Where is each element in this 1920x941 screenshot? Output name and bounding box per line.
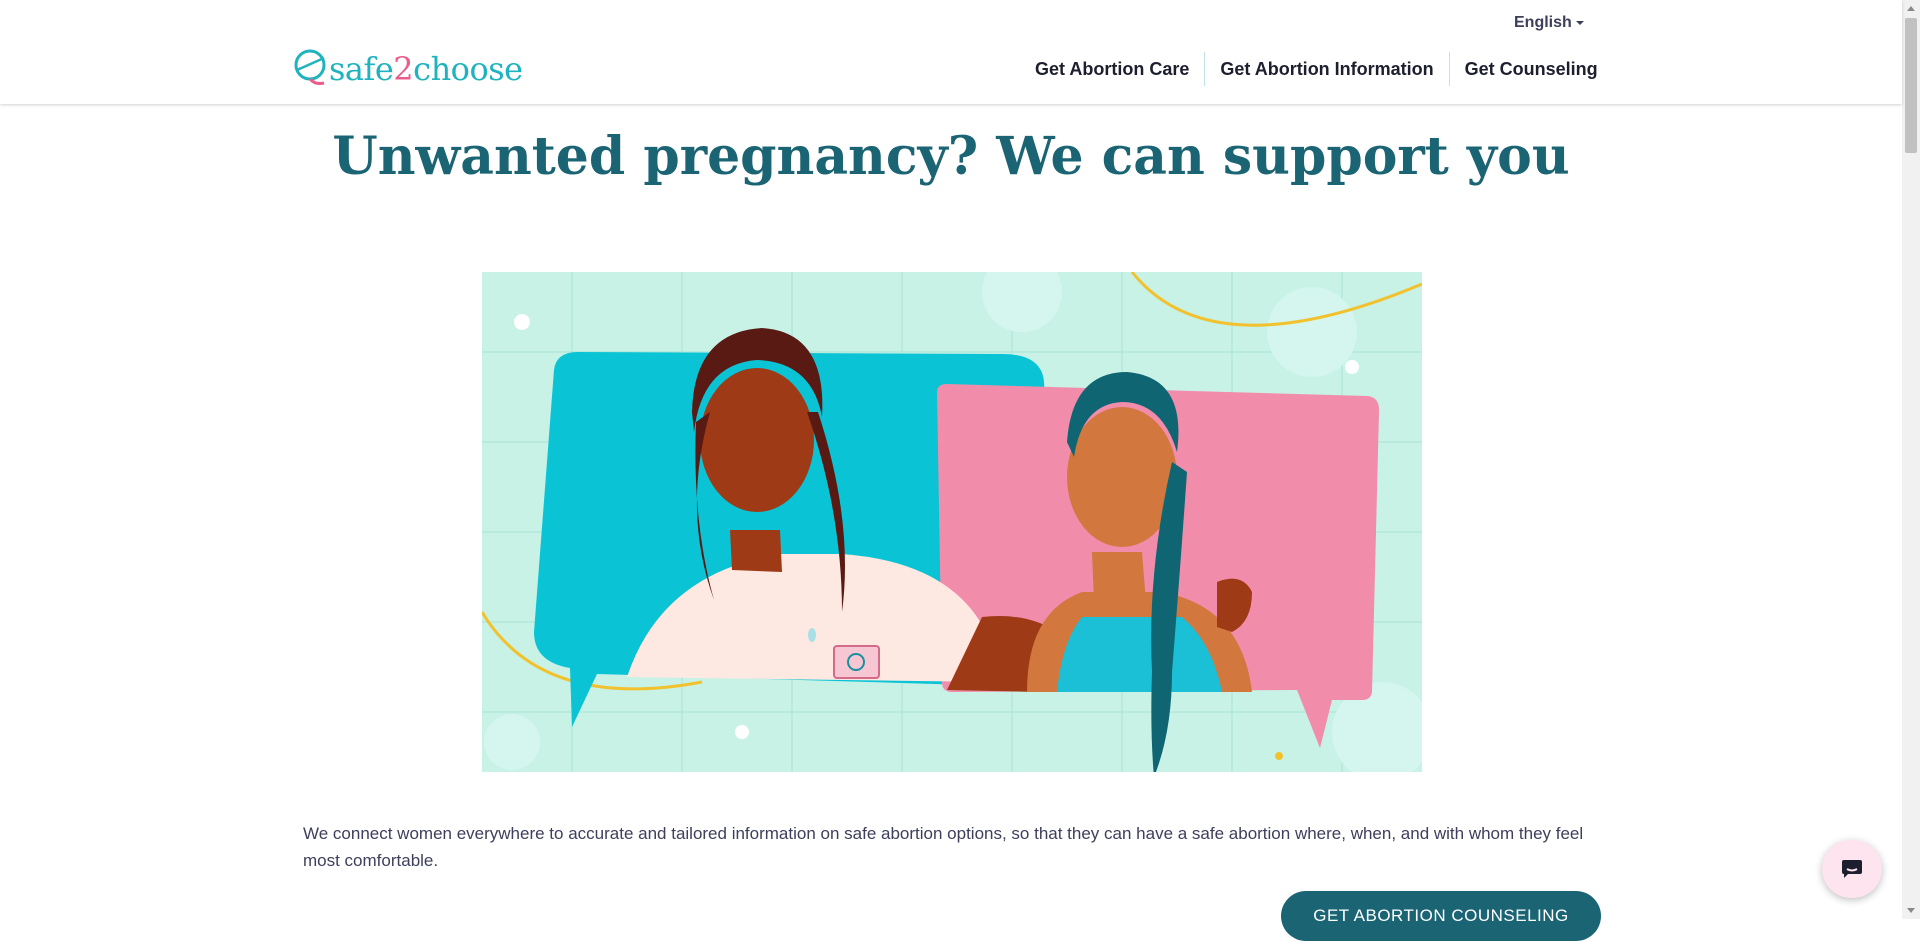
hero-illustration [480,252,1432,782]
page-scrollbar[interactable] [1902,0,1920,919]
page-headline: Unwanted pregnancy? We can support you [332,126,1570,187]
language-selector[interactable]: English [1514,14,1584,32]
intro-paragraph: We connect women everywhere to accurate … [303,824,1584,870]
get-abortion-counseling-button[interactable]: GET ABORTION COUNSELING [1281,891,1601,941]
scroll-up-arrow-icon[interactable] [1907,6,1915,11]
site-logo[interactable]: safe2choose [293,46,523,92]
scrollbar-thumb[interactable] [1905,18,1917,153]
chat-widget-button[interactable] [1822,840,1882,898]
nav-get-abortion-information[interactable]: Get Abortion Information [1204,52,1448,86]
site-header: English safe2choose Get Abortion Care Ge… [0,0,1902,104]
logo-wordmark: safe2choose [329,50,523,88]
nav-get-abortion-care[interactable]: Get Abortion Care [1020,52,1204,86]
nav-get-counseling[interactable]: Get Counseling [1448,52,1613,86]
scroll-down-arrow-icon[interactable] [1907,908,1915,913]
language-label: English [1514,14,1572,31]
chat-bubble-icon [1842,860,1862,878]
caret-down-icon [1575,20,1584,25]
main-nav: Get Abortion Care Get Abortion Informati… [1020,52,1613,86]
logo-mark-icon [294,49,326,85]
